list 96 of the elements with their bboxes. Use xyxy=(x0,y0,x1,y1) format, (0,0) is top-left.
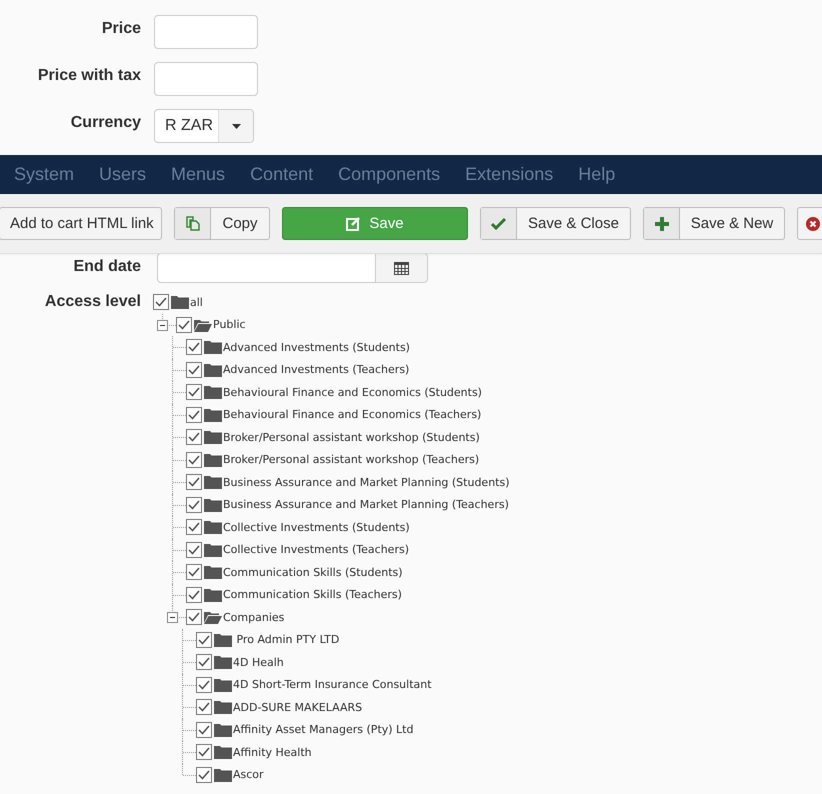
checkbox[interactable] xyxy=(176,316,192,333)
folder-icon xyxy=(204,340,222,354)
folder-icon xyxy=(214,632,232,647)
menu-item[interactable]: Help xyxy=(578,164,616,184)
checkbox[interactable] xyxy=(196,699,212,716)
checkbox[interactable] xyxy=(186,564,202,580)
folder-icon xyxy=(214,768,232,782)
checkbox[interactable] xyxy=(186,362,202,378)
checkbox[interactable] xyxy=(196,654,212,670)
plus-icon xyxy=(654,216,668,230)
toolbar-button[interactable]: Save & New xyxy=(643,207,785,240)
menu-item[interactable]: Content xyxy=(250,164,314,184)
folder-icon xyxy=(204,520,222,534)
checkbox[interactable] xyxy=(186,406,202,423)
checkbox[interactable] xyxy=(186,339,202,356)
tree-item-label[interactable]: Affinity Health xyxy=(233,746,312,759)
field-label: Access level xyxy=(44,292,141,311)
menu-item[interactable]: Users xyxy=(99,164,146,184)
field-label: Price with tax xyxy=(36,66,141,85)
tree-item-label[interactable]: 4D Short-Term Insurance Consultant xyxy=(233,678,432,692)
tree-item-label[interactable]: Communication Skills (Students) xyxy=(223,566,403,579)
collapse-toggle[interactable] xyxy=(157,320,168,331)
open-folder-icon xyxy=(204,610,222,624)
checkbox[interactable] xyxy=(186,429,202,446)
calendar-icon xyxy=(394,262,409,274)
caret-icon xyxy=(232,124,240,128)
checkmark-icon xyxy=(491,218,506,230)
calendar-button[interactable] xyxy=(375,254,427,282)
checkbox[interactable] xyxy=(196,766,212,783)
checkbox[interactable] xyxy=(153,294,169,310)
toolbar-button[interactable]: Add to cart HTML link xyxy=(0,207,162,240)
checkbox[interactable] xyxy=(186,586,202,603)
menu-item[interactable]: Components xyxy=(338,164,440,184)
folder-icon xyxy=(204,452,222,467)
tree-item-label[interactable]: Public xyxy=(213,318,246,332)
menu-item[interactable]: Extensions xyxy=(465,164,554,184)
checkbox[interactable] xyxy=(186,609,202,626)
field-label: Price xyxy=(100,19,141,38)
tree-item-label[interactable]: Business Assurance and Market Planning (Teachers) xyxy=(223,498,509,512)
tree-item-label[interactable]: Broker/Personal assistant workshop (Teachers) xyxy=(223,453,480,466)
input-field[interactable] xyxy=(154,15,258,49)
close-icon xyxy=(806,216,820,230)
folder-icon xyxy=(214,655,232,670)
folder-icon xyxy=(204,498,222,512)
tree-item-label[interactable]: Broker/Personal assistant workshop (Students) xyxy=(223,430,480,444)
folder-icon xyxy=(204,362,222,377)
folder-icon xyxy=(214,700,232,714)
folder-icon xyxy=(204,542,222,557)
menu-item[interactable]: System xyxy=(14,164,74,184)
field-label: End date xyxy=(72,257,141,276)
checkbox[interactable] xyxy=(196,676,212,693)
currency-select[interactable]: R ZAR xyxy=(154,109,254,143)
folder-icon xyxy=(204,588,222,602)
folder-icon xyxy=(204,385,222,400)
collapse-toggle[interactable] xyxy=(167,612,178,624)
folder-icon xyxy=(214,722,232,737)
toolbar-button[interactable]: Save & Close xyxy=(480,207,631,240)
checkbox[interactable] xyxy=(196,744,212,760)
tree-item-label[interactable]: Ascor xyxy=(233,768,264,782)
folder-icon xyxy=(214,745,232,760)
tree-item-label[interactable]: Advanced Investments (Students) xyxy=(223,340,410,354)
tree-item-label[interactable]: 4D Healh xyxy=(233,656,284,669)
folder-icon xyxy=(204,408,222,422)
tree-item-label[interactable]: all xyxy=(190,296,203,309)
tree-item-label[interactable]: Pro Admin PTY LTD xyxy=(233,633,340,646)
checkbox[interactable] xyxy=(186,452,202,468)
input-field[interactable] xyxy=(154,62,258,96)
folder-icon xyxy=(204,430,222,444)
tree-item-label[interactable]: Business Assurance and Market Planning (Students) xyxy=(223,476,510,489)
date-field[interactable] xyxy=(157,253,428,283)
checkbox[interactable] xyxy=(196,722,212,738)
tree-item-label[interactable]: Collective Investments (Students) xyxy=(223,520,410,534)
menu-item[interactable]: Menus xyxy=(171,164,226,184)
tree-item-label[interactable]: Behavioural Finance and Economics (Teachers) xyxy=(223,408,482,422)
tree-item-label[interactable]: ADD-SURE MAKELAARS xyxy=(233,700,362,714)
checkbox[interactable] xyxy=(186,384,202,400)
tree-item-label[interactable]: Communication Skills (Teachers) xyxy=(223,588,402,602)
copy-icon xyxy=(186,216,200,231)
open-folder-icon xyxy=(194,318,212,332)
folder-icon xyxy=(214,678,232,692)
tree-item-label[interactable]: Behavioural Finance and Economics (Students) xyxy=(223,386,482,399)
toolbar-button[interactable]: Copy xyxy=(174,207,270,240)
checkbox[interactable] xyxy=(186,474,202,490)
folder-icon xyxy=(204,475,222,490)
checkbox[interactable] xyxy=(186,519,202,536)
checkbox[interactable] xyxy=(196,632,212,648)
folder-icon xyxy=(204,565,222,580)
tree-item-label[interactable]: Affinity Asset Managers (Pty) Ltd xyxy=(233,723,414,736)
checkbox[interactable] xyxy=(186,496,202,513)
tree-item-label[interactable]: Companies xyxy=(223,610,284,624)
folder-icon xyxy=(171,295,189,310)
checkbox[interactable] xyxy=(186,542,202,558)
field-label: Currency xyxy=(70,113,141,132)
tree-item-label[interactable]: Collective Investments (Teachers) xyxy=(223,543,409,556)
edit-icon xyxy=(346,216,362,231)
tree-item-label[interactable]: Advanced Investments (Teachers) xyxy=(223,363,410,376)
